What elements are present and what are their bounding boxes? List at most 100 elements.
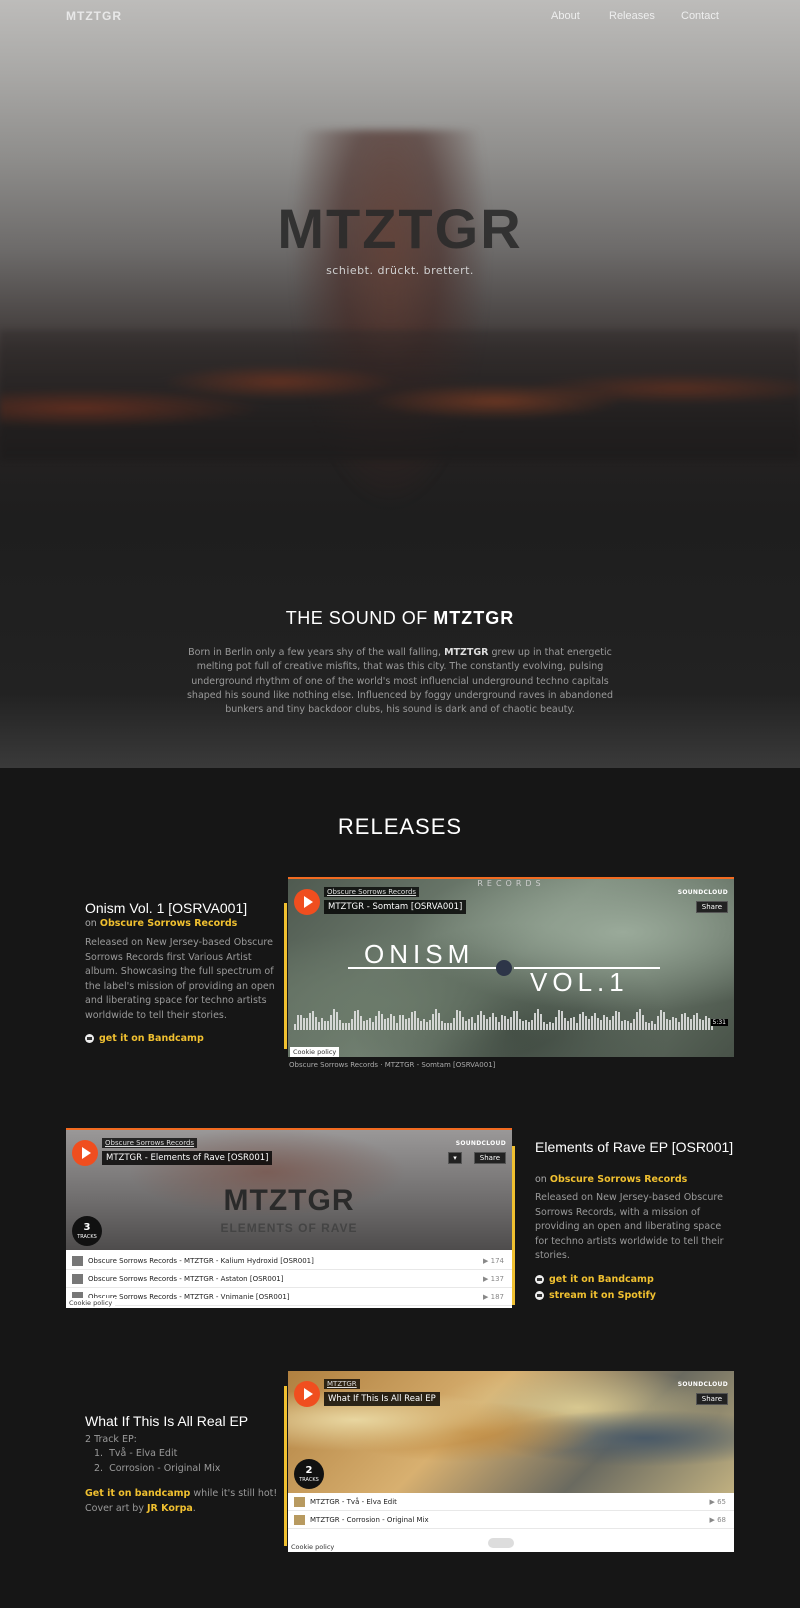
waveform-bar — [333, 1009, 335, 1030]
waveform-bar — [363, 1020, 365, 1030]
waveform-bar — [327, 1020, 329, 1030]
waveform-bar — [666, 1018, 668, 1030]
cover-art — [288, 1371, 734, 1493]
waveform-bar — [312, 1010, 314, 1030]
art-subtitle: ELEMENTS OF RAVE — [220, 1221, 358, 1235]
play-button[interactable] — [72, 1140, 98, 1166]
waveform-bar — [690, 1018, 692, 1030]
release-label-line: on Obscure Sorrows Records — [535, 1174, 687, 1185]
cookie-policy-link[interactable]: Cookie policy — [288, 1542, 338, 1552]
track-thumb — [294, 1515, 305, 1525]
waveform-bar — [351, 1019, 353, 1030]
waveform-bar — [384, 1018, 386, 1030]
player-track-title[interactable]: MTZTGR - Elements of Rave [OSR001] — [102, 1151, 273, 1165]
nav-link-about[interactable]: About — [551, 10, 580, 22]
bandcamp-link[interactable]: get it on Bandcamp — [85, 1033, 204, 1044]
release-notes: Get it on bandcamp while it's still hot!… — [85, 1487, 285, 1516]
soundcloud-logo[interactable]: SOUNDCLOUD — [678, 1381, 728, 1388]
waveform-bar — [501, 1015, 503, 1030]
release-title: What If This Is All Real EP — [85, 1413, 249, 1429]
waveform-bar — [399, 1015, 401, 1030]
track-row[interactable]: Obscure Sorrows Records - MTZTGR - Kaliu… — [66, 1252, 512, 1270]
player-track-title[interactable]: What If This Is All Real EP — [324, 1392, 440, 1406]
art-onism-text: ONISM — [364, 939, 475, 969]
track-plays: ▶ 68 — [709, 1516, 726, 1524]
track-duration: 5:31 — [710, 1019, 728, 1026]
label-link[interactable]: Obscure Sorrows Records — [550, 1174, 687, 1185]
player-user-link[interactable]: MTZTGR — [324, 1379, 360, 1389]
waveform-bar — [318, 1021, 320, 1030]
play-button[interactable] — [294, 889, 320, 915]
waveform-bar — [495, 1016, 497, 1030]
track-thumb — [294, 1497, 305, 1507]
label-link[interactable]: Obscure Sorrows Records — [100, 918, 237, 929]
waveform-bar — [489, 1016, 491, 1030]
waveform-bar — [423, 1018, 425, 1030]
waveform-bar — [606, 1017, 608, 1030]
player-user-link[interactable]: Obscure Sorrows Records — [324, 887, 420, 897]
waveform-bar — [549, 1021, 551, 1030]
waveform-bar — [702, 1019, 704, 1030]
waveform-bar — [576, 1023, 578, 1030]
brand-logo[interactable]: MTZTGR — [66, 9, 122, 23]
art-vol-text: VOL.1 — [530, 967, 629, 997]
waveform-bar — [621, 1020, 623, 1030]
release-title: Elements of Rave EP [OSR001] — [535, 1139, 734, 1155]
waveform-bar — [528, 1022, 530, 1030]
waveform-bar — [468, 1018, 470, 1030]
waveform-bar — [555, 1016, 557, 1030]
waveform-bar — [450, 1022, 452, 1030]
nav-link-contact[interactable]: Contact — [681, 10, 719, 22]
waveform-bar — [642, 1015, 644, 1030]
waveform-bar — [636, 1011, 638, 1030]
player-caption[interactable]: Obscure Sorrows Records · MTZTGR - Somta… — [289, 1061, 495, 1069]
bandcamp-link[interactable]: get it on Bandcamp — [535, 1274, 654, 1285]
soundcloud-player: MTZTGR What If This Is All Real EP SOUND… — [288, 1371, 734, 1552]
track-row[interactable]: Obscure Sorrows Records - MTZTGR - Astat… — [66, 1270, 512, 1288]
waveform-bar — [609, 1019, 611, 1030]
waveform-bar — [420, 1020, 422, 1030]
waveform-bar — [582, 1011, 584, 1030]
tracks-label: TRACKS — [299, 1477, 319, 1483]
cookie-policy-link[interactable]: Cookie policy — [290, 1047, 340, 1057]
nav-link-releases[interactable]: Releases — [609, 10, 655, 22]
waveform-bar — [513, 1011, 515, 1030]
hero-section: MTZTGR About Releases Contact MTZTGR sch… — [0, 0, 800, 520]
soundcloud-logo[interactable]: SOUNDCLOUD — [456, 1140, 506, 1147]
waveform-bar — [393, 1016, 395, 1030]
track-row[interactable]: MTZTGR - Corrosion - Original Mix ▶ 68 — [288, 1511, 734, 1529]
about-title: THE SOUND OF MTZTGR — [0, 608, 800, 629]
track-row[interactable]: MTZTGR - Två - Elva Edit ▶ 65 — [288, 1493, 734, 1511]
bandcamp-icon — [535, 1275, 544, 1284]
waveform-bar — [534, 1012, 536, 1030]
waveform-bar — [684, 1012, 686, 1030]
track-title: MTZTGR - Corrosion - Original Mix — [310, 1516, 429, 1524]
player-user-link[interactable]: Obscure Sorrows Records — [102, 1138, 198, 1148]
player-track-title[interactable]: MTZTGR - Somtam [OSRVA001] — [324, 900, 467, 914]
accent-bar — [512, 1146, 515, 1305]
waveform-bar — [459, 1010, 461, 1030]
share-button[interactable]: Share — [695, 1393, 728, 1405]
cookie-policy-link[interactable]: Cookie policy — [66, 1298, 116, 1308]
cover-artist-link[interactable]: JR Korpa — [147, 1503, 193, 1514]
soundcloud-logo[interactable]: SOUNDCLOUD — [678, 889, 728, 896]
waveform-bar — [411, 1012, 413, 1030]
spotify-link-label: stream it on Spotify — [549, 1290, 656, 1301]
cart-icon[interactable]: ▾ — [448, 1152, 462, 1164]
waveform[interactable] — [294, 1009, 716, 1031]
tracks-badge: 3 TRACKS — [72, 1216, 102, 1246]
hero-title: MTZTGR — [277, 197, 523, 260]
track-row[interactable]: Obscure Sorrows Records - MTZTGR - Vnima… — [66, 1288, 512, 1306]
share-button[interactable]: Share — [473, 1152, 506, 1164]
play-button[interactable] — [294, 1381, 320, 1407]
waveform-bar — [387, 1017, 389, 1030]
waveform-bar — [639, 1009, 641, 1030]
spotify-link[interactable]: stream it on Spotify — [535, 1290, 656, 1301]
bandcamp-icon — [85, 1034, 94, 1043]
waveform-bar — [321, 1018, 323, 1030]
waveform-bar — [612, 1016, 614, 1030]
bandcamp-link[interactable]: Get it on bandcamp — [85, 1488, 190, 1499]
releases-heading: RELEASES — [337, 814, 463, 839]
share-button[interactable]: Share — [695, 901, 728, 913]
about-title-bold: MTZTGR — [433, 608, 515, 628]
